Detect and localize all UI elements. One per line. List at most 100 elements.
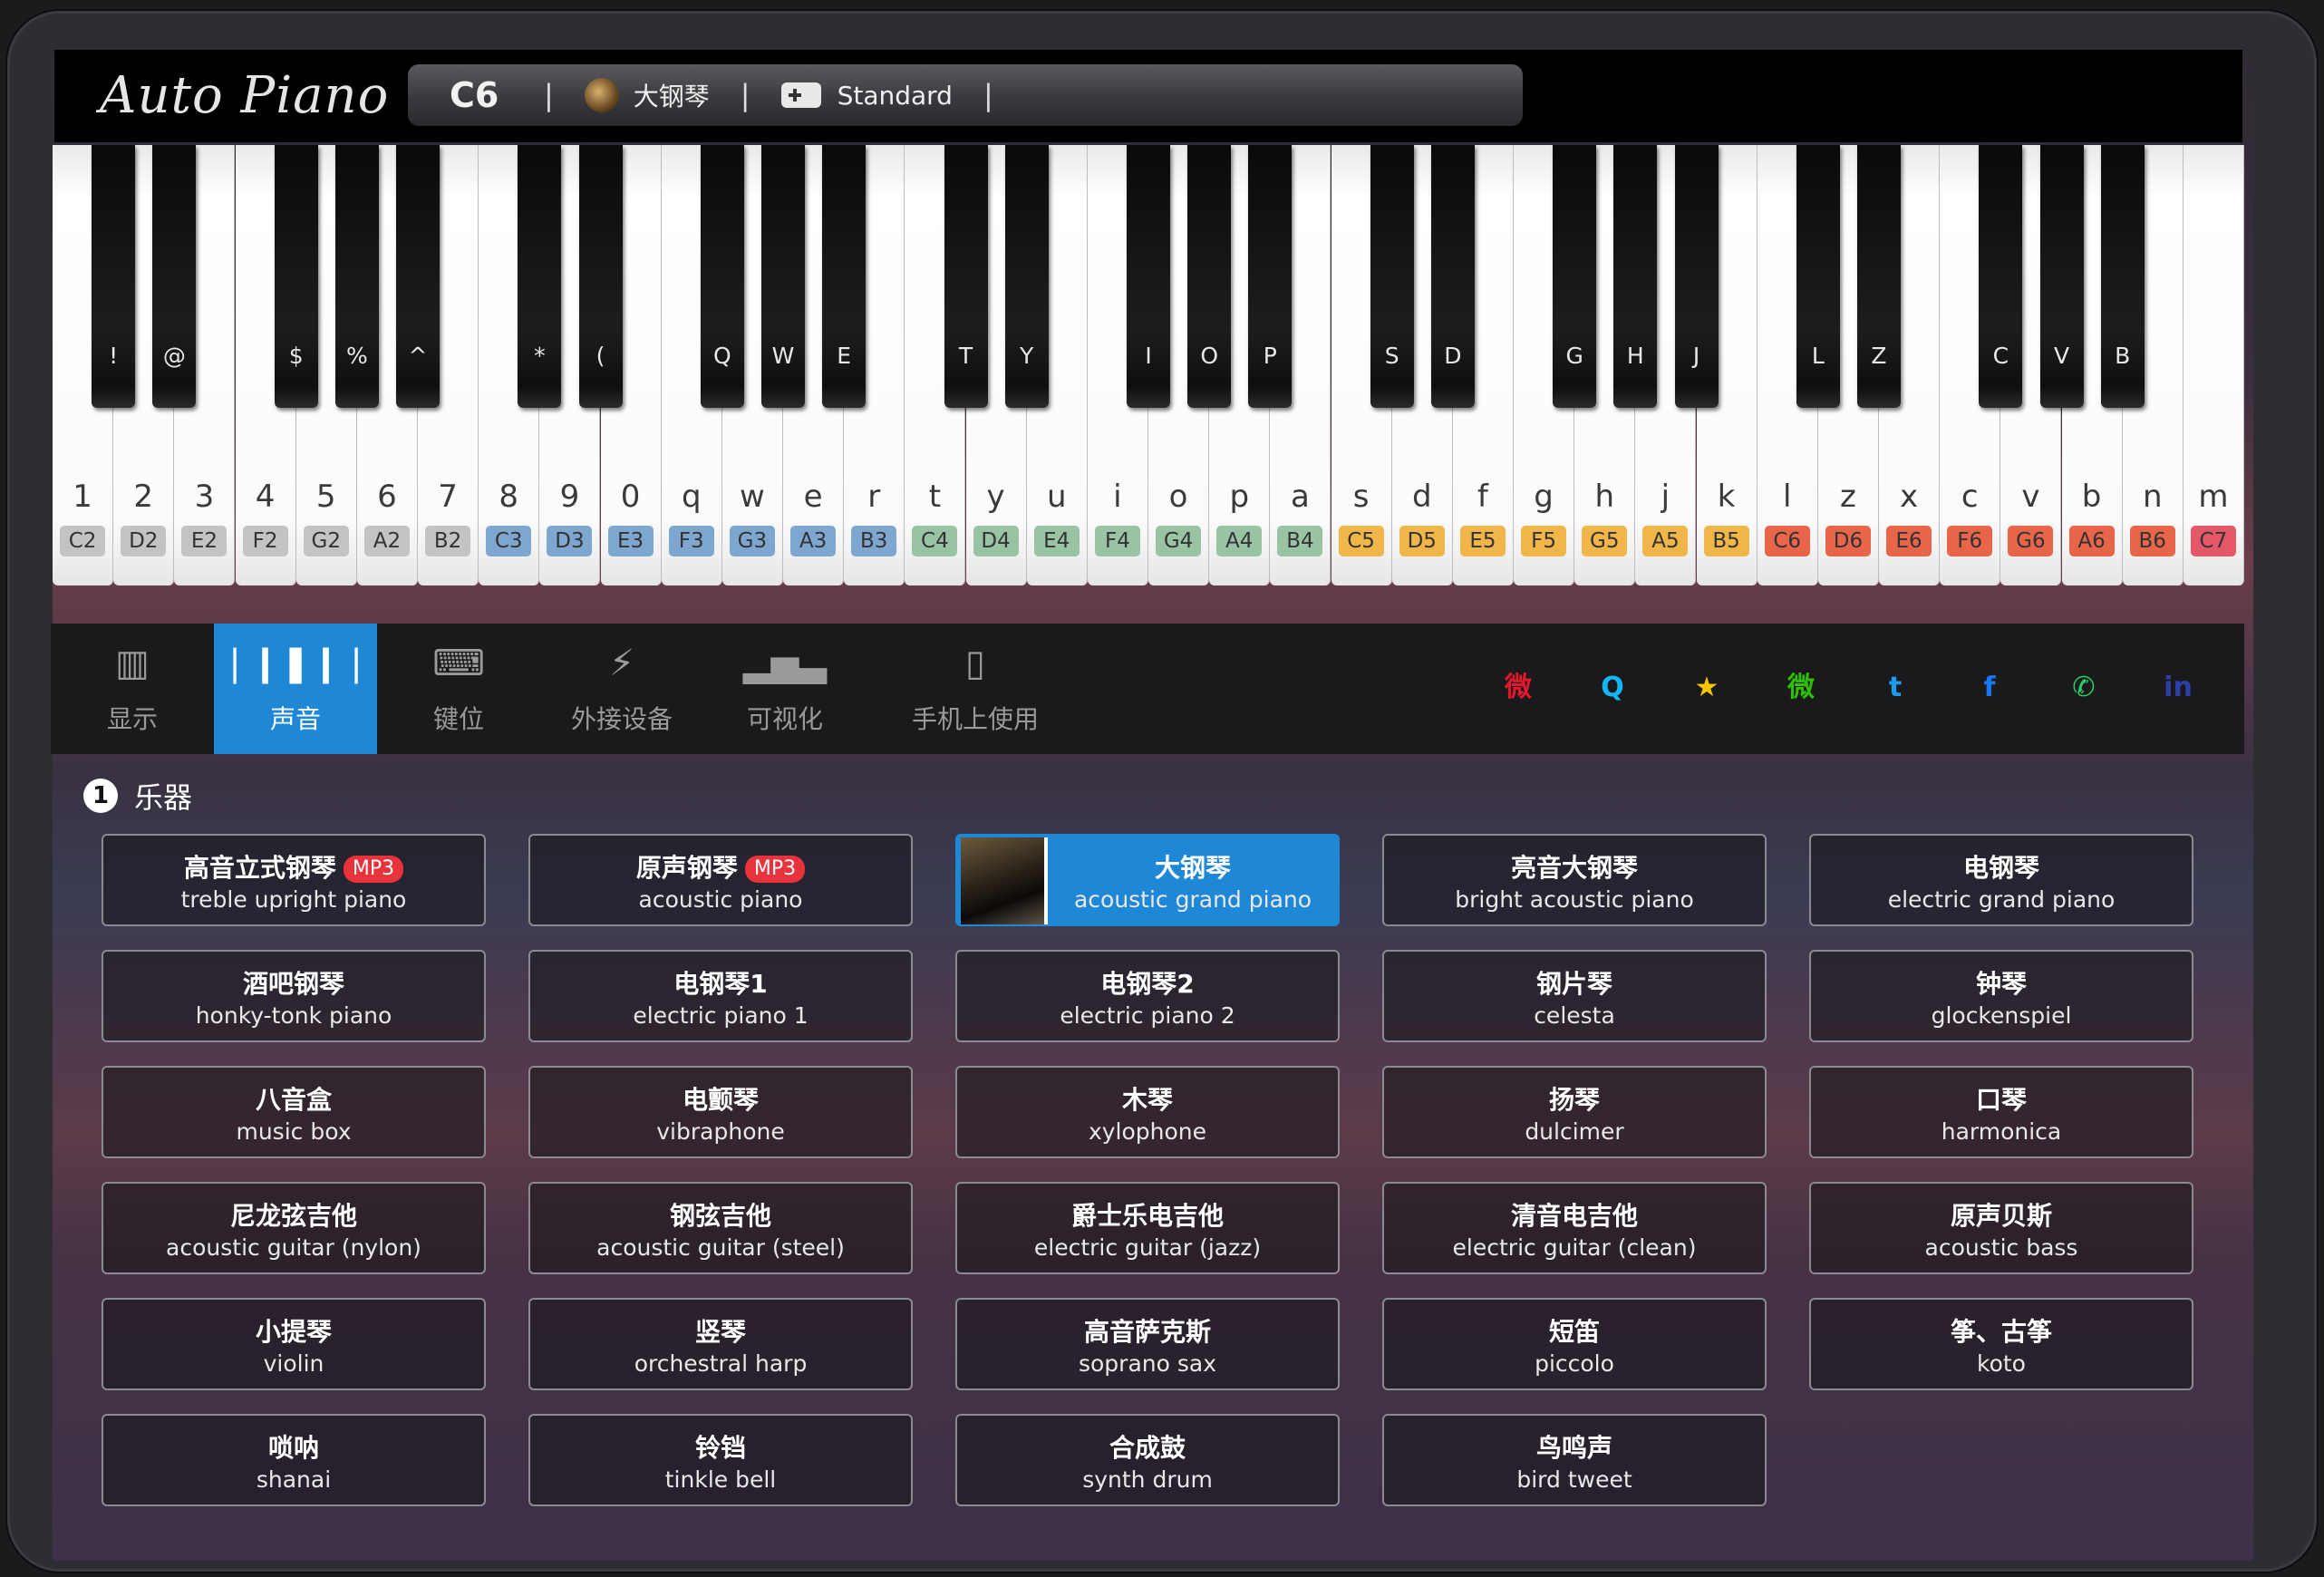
black-key[interactable]: Q (700, 145, 744, 408)
black-key[interactable]: W (761, 145, 805, 408)
instrument-card[interactable]: 爵士乐电吉他 electric guitar (jazz) (955, 1182, 1340, 1274)
key-binding-label: y (986, 479, 1005, 515)
white-key-c7[interactable]: m C7 (2183, 145, 2244, 585)
waveform-icon: ❘❙❚❙❘ (219, 643, 372, 684)
black-key[interactable]: % (334, 145, 379, 408)
instrument-card[interactable]: 原声贝斯 acoustic bass (1809, 1182, 2193, 1274)
tab-waveform[interactable]: ❘❙❚❙❘ 声音 (214, 624, 377, 754)
tab-phone[interactable]: ▯ 手机上使用 (867, 624, 1084, 754)
instrument-card[interactable]: 合成鼓 synth drum (955, 1414, 1340, 1506)
black-key[interactable]: E (822, 145, 867, 408)
instrument-card[interactable]: 尼龙弦吉他 acoustic guitar (nylon) (102, 1182, 486, 1274)
instrument-card[interactable]: 口琴 harmonica (1809, 1066, 2193, 1158)
facebook-icon[interactable]: f (1965, 663, 2014, 712)
key-binding-label: 6 (377, 479, 397, 515)
tab-bar-chart[interactable]: ▂▅▃ 可视化 (703, 624, 867, 754)
instrument-card[interactable]: 钟琴 glockenspiel (1809, 950, 2193, 1042)
instrument-card[interactable]: 酒吧钢琴 honky-tonk piano (102, 950, 486, 1042)
wechat-icon[interactable]: 微 (1777, 663, 1825, 712)
instrument-name-zh: 扬琴 (1384, 1080, 1765, 1117)
instrument-name-en: orchestral harp (634, 1350, 808, 1377)
black-key[interactable]: Y (1004, 145, 1049, 408)
note-label: G5 (1582, 526, 1628, 556)
black-key[interactable]: @ (152, 145, 197, 408)
tab-plug[interactable]: ⚡ 外接设备 (540, 624, 703, 754)
instrument-card[interactable]: 短笛 piccolo (1382, 1298, 1767, 1390)
twitter-icon[interactable]: t (1871, 663, 1920, 712)
black-key[interactable]: G (1553, 145, 1597, 408)
black-key[interactable]: C (1979, 145, 2023, 408)
tab-piano[interactable]: ▥ 显示 (51, 624, 214, 754)
black-key[interactable]: D (1430, 145, 1475, 408)
note-label: F2 (242, 526, 288, 556)
instrument-card[interactable]: 鸟鸣声 bird tweet (1382, 1414, 1767, 1506)
note-label: A2 (363, 526, 410, 556)
current-instrument[interactable]: 大钢琴 (634, 77, 710, 113)
tab-keyboard[interactable]: ⌨ 键位 (377, 624, 540, 754)
instrument-card[interactable]: 钢弦吉他 acoustic guitar (steel) (528, 1182, 913, 1274)
instrument-card[interactable]: 电钢琴 electric grand piano (1809, 834, 2193, 926)
instrument-card[interactable]: 大钢琴 acoustic grand piano (955, 834, 1340, 926)
instrument-card[interactable]: 筝、古筝 koto (1809, 1298, 2193, 1390)
key-mode[interactable]: Standard (838, 81, 953, 111)
black-key[interactable]: I (1127, 145, 1170, 408)
key-binding-label: S (1384, 343, 1399, 369)
instrument-card[interactable]: 亮音大钢琴 bright acoustic piano (1382, 834, 1767, 926)
key-binding-label: B (2115, 343, 2131, 369)
key-binding-label: x (1900, 479, 1919, 515)
instrument-name-zh-text: 唢呐 (267, 1433, 319, 1463)
black-key[interactable]: V (2039, 145, 2084, 408)
black-key[interactable]: * (518, 145, 562, 408)
key-binding-label: J (1692, 343, 1700, 369)
qq-icon[interactable]: Q (1588, 663, 1637, 712)
instrument-card[interactable]: 钢片琴 celesta (1382, 950, 1767, 1042)
linkedin-icon[interactable]: in (2154, 663, 2203, 712)
note-label: C6 (1764, 526, 1810, 556)
black-key[interactable]: ! (92, 145, 136, 408)
black-key[interactable]: H (1613, 145, 1658, 408)
instrument-card[interactable]: 八音盒 music box (102, 1066, 486, 1158)
instrument-name-en: electric piano 1 (633, 1002, 809, 1029)
black-key[interactable]: B (2100, 145, 2145, 408)
whatsapp-icon[interactable]: ✆ (2059, 663, 2108, 712)
instrument-card[interactable]: 清音电吉他 electric guitar (clean) (1382, 1182, 1767, 1274)
key-binding-label: a (1290, 479, 1310, 515)
note-label: D2 (121, 526, 167, 556)
instrument-card[interactable]: 小提琴 violin (102, 1298, 486, 1390)
black-key[interactable]: ( (578, 145, 623, 408)
instrument-card[interactable]: 唢呐 shanai (102, 1414, 486, 1506)
separator: | (740, 78, 750, 112)
instrument-card[interactable]: 电钢琴2 electric piano 2 (955, 950, 1340, 1042)
instrument-card[interactable]: 原声钢琴 MP3 acoustic piano (528, 834, 913, 926)
weibo-icon[interactable]: 微 (1494, 663, 1543, 712)
black-key[interactable]: Z (1857, 145, 1901, 408)
instrument-name-zh: 筝、古筝 (1811, 1312, 2192, 1349)
black-key[interactable]: ^ (396, 145, 440, 408)
instrument-name-zh: 合成鼓 (957, 1428, 1338, 1465)
black-key[interactable]: T (944, 145, 988, 408)
instrument-card[interactable]: 木琴 xylophone (955, 1066, 1340, 1158)
black-key[interactable]: $ (274, 145, 318, 408)
black-key[interactable]: J (1674, 145, 1719, 408)
qzone-icon[interactable]: ★ (1682, 663, 1731, 712)
key-binding-label: 3 (194, 479, 215, 515)
instrument-card[interactable]: 铃铛 tinkle bell (528, 1414, 913, 1506)
instrument-card[interactable]: 电钢琴1 electric piano 1 (528, 950, 913, 1042)
instrument-card[interactable]: 竖琴 orchestral harp (528, 1298, 913, 1390)
black-key[interactable]: L (1796, 145, 1840, 408)
instrument-card[interactable]: 电颤琴 vibraphone (528, 1066, 913, 1158)
black-key[interactable]: O (1187, 145, 1232, 408)
key-binding-label: i (1113, 479, 1122, 515)
black-key[interactable]: P (1248, 145, 1293, 408)
instrument-card[interactable]: 扬琴 dulcimer (1382, 1066, 1767, 1158)
instrument-name-zh: 木琴 (957, 1080, 1338, 1117)
black-key[interactable]: S (1370, 145, 1414, 408)
instrument-name-zh: 唢呐 (103, 1428, 484, 1465)
note-label: A3 (790, 526, 837, 556)
instrument-name-zh: 尼龙弦吉他 (103, 1196, 484, 1233)
instrument-card[interactable]: 高音立式钢琴 MP3 treble upright piano (102, 834, 486, 926)
instrument-name-en: bird tweet (1516, 1466, 1632, 1493)
instrument-card[interactable]: 高音萨克斯 soprano sax (955, 1298, 1340, 1390)
tab-label: 可视化 (746, 704, 823, 734)
settings-tab-bar: ▥ 显示 ❘❙❚❙❘ 声音 ⌨ 键位 ⚡ 外接设备 ▂▅▃ 可视化 ▯ 手机上使用微 Q ★ 微 t f ✆ in (51, 624, 2244, 754)
